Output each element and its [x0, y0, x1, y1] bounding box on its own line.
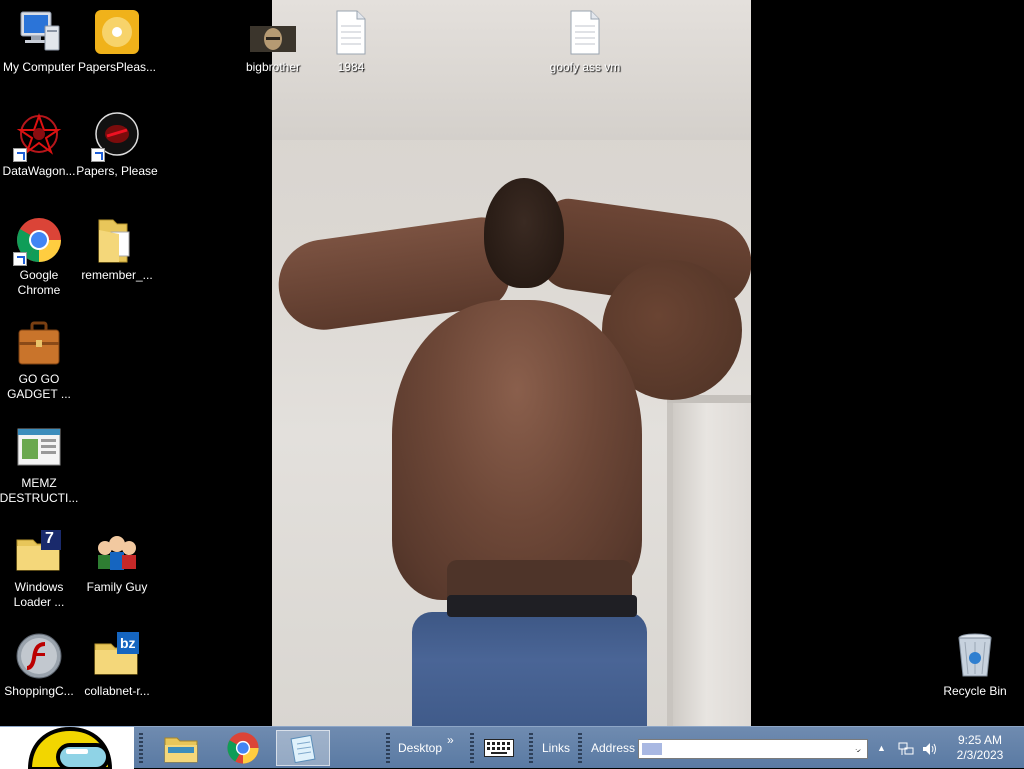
icon-label: goofy ass vm [549, 60, 621, 74]
datawagon-icon [13, 112, 63, 162]
desktop-icon-collabnet[interactable]: bz collabnet-r... [75, 632, 159, 699]
recycle-bin-icon [951, 632, 999, 680]
desktop-icon-windows-loader[interactable]: 7 Windows Loader ... [0, 528, 81, 610]
taskbar-explorer-button[interactable] [154, 730, 208, 766]
address-selection-highlight [642, 743, 662, 755]
desktop-icon-paperspleas[interactable]: PapersPleas... [75, 8, 159, 75]
refresh-icon[interactable]: ↻ [850, 727, 863, 769]
icon-label: 1984 [337, 60, 365, 74]
desktop-icon-goofy-ass-vm[interactable]: goofy ass vm [543, 8, 627, 75]
image-thumbnail-icon [249, 8, 297, 56]
links-toolbar-label[interactable]: Links [542, 727, 570, 769]
icon-label: remember_... [81, 268, 153, 282]
desktop-icon-datawagon[interactable]: DataWagon... [0, 112, 81, 179]
icon-label: PapersPleas... [77, 60, 157, 74]
shortcut-arrow-icon [91, 148, 105, 162]
address-toolbar-label: Address [591, 741, 636, 755]
icon-label: DataWagon... [2, 164, 76, 178]
desktop[interactable]: My Computer DataWagon... Google Chrome G… [0, 0, 1024, 726]
folder-badge-text: bz [120, 635, 136, 651]
file-explorer-icon [164, 737, 198, 763]
text-file-icon [561, 8, 609, 56]
desktop-icon-my-computer[interactable]: My Computer [0, 8, 81, 75]
among-us-start-icon [0, 727, 134, 769]
taskbar-notepad-button[interactable] [276, 730, 330, 766]
desktop-icon-family-guy[interactable]: Family Guy [75, 528, 159, 595]
folder-7-icon: 7 [15, 528, 63, 576]
network-icon[interactable] [898, 727, 914, 769]
icon-label: Family Guy [86, 580, 148, 594]
briefcase-icon [15, 320, 63, 368]
desktop-icon-go-go-gadget[interactable]: GO GO GADGET ... [0, 320, 81, 402]
clock-date: 2/3/2023 [956, 748, 1004, 762]
desktop-icon-recycle-bin[interactable]: Recycle Bin [933, 632, 1017, 699]
desktop-toolbar-label[interactable]: Desktop [398, 727, 442, 769]
clock-time: 9:25 AM [957, 733, 1003, 747]
computer-icon [15, 8, 63, 56]
address-input[interactable]: ⌄ [638, 739, 868, 759]
chrome-icon [227, 732, 259, 764]
icon-label: bigbrother [245, 60, 301, 74]
icon-label: Google Chrome [17, 268, 61, 297]
icon-label: Recycle Bin [943, 684, 1007, 698]
flash-icon [15, 632, 63, 680]
icon-label: Papers, Please [76, 164, 158, 178]
volume-icon[interactable] [922, 727, 938, 769]
show-hidden-icons-chevron[interactable]: ▲ [877, 727, 886, 769]
icon-label: Windows Loader ... [13, 580, 65, 609]
family-guy-icon [93, 528, 141, 576]
desktop-icon-remember[interactable]: remember_... [75, 216, 159, 283]
folder-badge-text: 7 [45, 530, 54, 547]
wallpaper-photo [272, 0, 751, 726]
papers-please-icon [91, 112, 141, 162]
desktop-icon-memz[interactable]: MEMZ DESTRUCTI... [0, 424, 81, 506]
icon-label: ShoppingC... [4, 684, 74, 698]
folder-icon [93, 216, 141, 264]
toolbar-overflow-chevron[interactable]: » [447, 719, 454, 761]
icon-label: GO GO GADGET ... [7, 372, 71, 401]
text-file-icon [327, 8, 375, 56]
window-icon [15, 424, 63, 472]
taskbar: Desktop » Links Address ⌄ ↻ ▲ 9:25 AM 2/… [0, 726, 1024, 769]
folder-bz-icon: bz [93, 632, 141, 680]
icon-label: collabnet-r... [84, 684, 150, 698]
desktop-icon-shoppingc[interactable]: ShoppingC... [0, 632, 81, 699]
disc-icon [93, 8, 141, 56]
icon-label: MEMZ DESTRUCTI... [0, 476, 79, 505]
notepad-icon [290, 734, 316, 763]
desktop-icon-google-chrome[interactable]: Google Chrome [0, 216, 81, 298]
icon-label: My Computer [2, 60, 76, 74]
chrome-icon [13, 216, 63, 266]
desktop-icon-bigbrother[interactable]: bigbrother [231, 8, 315, 75]
system-clock[interactable]: 9:25 AM 2/3/2023 [944, 733, 1016, 763]
desktop-icon-1984[interactable]: 1984 [309, 8, 393, 75]
taskbar-chrome-button[interactable] [216, 730, 270, 766]
shortcut-arrow-icon [13, 148, 27, 162]
desktop-icon-papers-please[interactable]: Papers, Please [75, 112, 159, 179]
keyboard-icon [484, 739, 514, 757]
on-screen-keyboard-button[interactable] [477, 730, 521, 766]
start-button[interactable] [0, 727, 134, 769]
shortcut-arrow-icon [13, 252, 27, 266]
